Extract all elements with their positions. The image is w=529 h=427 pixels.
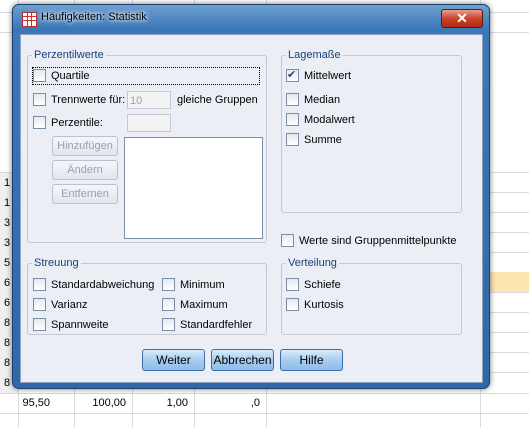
quartiles-label: Quartile <box>51 70 90 82</box>
percentiles-checkbox[interactable]: Perzentile: <box>33 115 103 131</box>
checkbox-box[interactable] <box>162 297 175 311</box>
percentile-input[interactable] <box>127 114 171 132</box>
mean-label: Mittelwert <box>304 70 352 82</box>
distribution-group: Verteilung <box>281 257 462 335</box>
quartiles-checkbox[interactable]: Quartile <box>32 67 260 85</box>
mean-checkbox[interactable]: Mittelwert <box>286 67 352 84</box>
sum-checkbox[interactable]: Summe <box>286 132 342 148</box>
mode-label: Modalwert <box>304 114 355 126</box>
checkbox-box[interactable] <box>286 92 299 106</box>
checkbox-box[interactable] <box>33 68 46 82</box>
kurtosis-label: Kurtosis <box>304 299 344 311</box>
checkbox-box[interactable] <box>33 297 46 311</box>
remove-button[interactable]: Entfernen <box>52 184 118 204</box>
group-midpoints-label: Werte sind Gruppenmittelpunkte <box>299 235 457 247</box>
checkbox-box[interactable] <box>162 277 175 291</box>
add-button[interactable]: Hinzufügen <box>52 136 118 156</box>
checkbox-box[interactable] <box>33 92 46 106</box>
maximum-label: Maximum <box>180 299 228 311</box>
dispersion-legend: Streuung <box>34 257 79 269</box>
grid-line <box>0 413 529 414</box>
median-label: Median <box>304 94 341 106</box>
percentile-list[interactable] <box>124 137 263 239</box>
std-error-label: Standardfehler <box>180 319 253 331</box>
cancel-button[interactable]: Abbrechen <box>211 349 274 371</box>
percentiles-label: Perzentile: <box>51 117 103 129</box>
help-button[interactable]: Hilfe <box>280 349 343 371</box>
skewness-checkbox[interactable]: Schiefe <box>286 277 341 293</box>
title-bar[interactable]: Häufigkeiten: Statistik ✕ <box>13 5 489 31</box>
range-checkbox[interactable]: Spannweite <box>33 317 109 333</box>
variance-label: Varianz <box>51 299 88 311</box>
central-tendency-legend: Lagemaße <box>288 49 341 61</box>
cutpoints-suffix: gleiche Gruppen <box>177 94 258 106</box>
continue-button[interactable]: Weiter <box>142 349 205 371</box>
checkbox-box[interactable] <box>281 233 294 247</box>
std-error-checkbox[interactable]: Standardfehler <box>162 317 252 333</box>
range-label: Spannweite <box>51 319 109 331</box>
cutpoints-label: Trennwerte für: <box>51 94 126 106</box>
spreadsheet-icon <box>22 12 37 27</box>
table-cell[interactable]: 100,00 <box>76 394 126 412</box>
checkbox-box[interactable] <box>286 132 299 146</box>
cutpoints-input[interactable]: 10 <box>127 91 171 109</box>
checkbox-box[interactable] <box>33 115 46 129</box>
kurtosis-checkbox[interactable]: Kurtosis <box>286 297 344 313</box>
variance-checkbox[interactable]: Varianz <box>33 297 87 313</box>
checkbox-box[interactable] <box>286 67 299 83</box>
median-checkbox[interactable]: Median <box>286 92 340 108</box>
checkbox-box[interactable] <box>33 317 46 331</box>
table-cell[interactable]: ,0 <box>196 394 260 412</box>
checkbox-box[interactable] <box>286 277 299 291</box>
cutpoints-checkbox[interactable]: Trennwerte für: <box>33 92 125 108</box>
skewness-label: Schiefe <box>304 279 341 291</box>
checkbox-box[interactable] <box>286 112 299 126</box>
std-deviation-label: Standardabweichung <box>51 279 155 291</box>
close-button[interactable]: ✕ <box>441 9 483 28</box>
maximum-checkbox[interactable]: Maximum <box>162 297 228 313</box>
statistics-dialog: Häufigkeiten: Statistik ✕ Perzentilwerte… <box>12 4 490 389</box>
close-icon: ✕ <box>456 10 468 26</box>
minimum-label: Minimum <box>180 279 225 291</box>
mode-checkbox[interactable]: Modalwert <box>286 112 355 128</box>
change-button[interactable]: Ändern <box>52 160 118 180</box>
checkbox-box[interactable] <box>33 277 46 291</box>
sum-label: Summe <box>304 134 342 146</box>
minimum-checkbox[interactable]: Minimum <box>162 277 225 293</box>
std-deviation-checkbox[interactable]: Standardabweichung <box>33 277 154 293</box>
group-midpoints-checkbox[interactable]: Werte sind Gruppenmittelpunkte <box>281 233 457 249</box>
percentiles-legend: Perzentilwerte <box>34 49 104 61</box>
table-cell[interactable]: 1,00 <box>134 394 188 412</box>
table-cell[interactable]: 95,50 <box>20 394 50 412</box>
checkbox-box[interactable] <box>162 317 175 331</box>
checkbox-box[interactable] <box>286 297 299 311</box>
dialog-body: Perzentilwerte Quartile Trennwerte für: … <box>20 34 483 383</box>
window-title: Häufigkeiten: Statistik <box>41 11 147 23</box>
distribution-legend: Verteilung <box>288 257 337 269</box>
